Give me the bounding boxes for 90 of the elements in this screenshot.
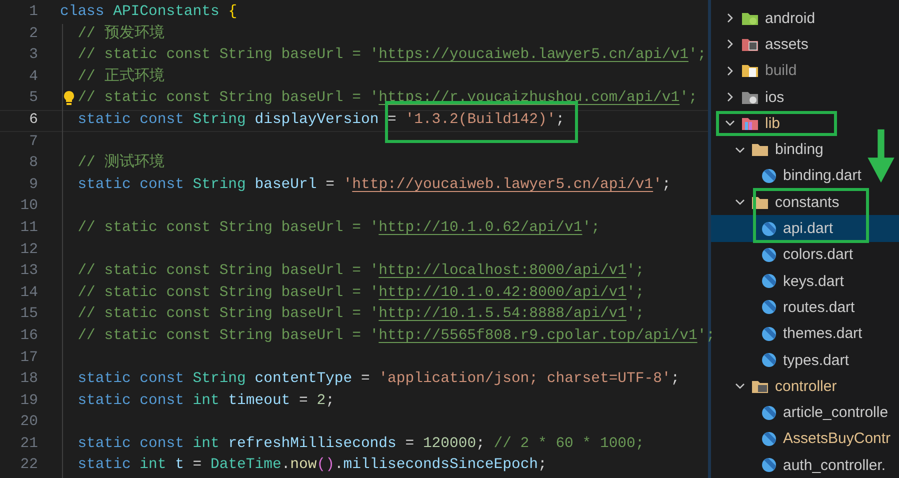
code-line: // 正式环境	[76, 68, 164, 85]
folder-icon	[741, 90, 759, 105]
tree-item[interactable]: keys.dart	[711, 268, 848, 294]
line-number: 13	[19, 262, 38, 282]
file-icon	[761, 273, 777, 290]
line-number: 6	[28, 110, 38, 130]
tree-item[interactable]: android	[711, 5, 820, 32]
code-line: // static const String baseUrl = 'https://youcaiweb.lawyer5.cn/api/v1';	[76, 47, 706, 64]
line-number: 2	[28, 24, 38, 44]
line-number: 16	[19, 326, 38, 346]
item-label: themes.dart	[783, 325, 862, 342]
item-label: controller	[775, 378, 837, 395]
folder-icon	[741, 63, 759, 78]
code-line: // static const String baseUrl = 'http://10.1.5.54:8888/api/v1';	[76, 306, 644, 322]
item-label: api.dart	[783, 220, 834, 238]
folder-icon	[751, 378, 769, 394]
line-number: 17	[19, 348, 38, 368]
file-icon	[761, 220, 777, 237]
code-line: static const int timeout = 2;	[76, 392, 334, 409]
item-label: build	[765, 62, 797, 80]
tree-item[interactable]: article_controlle	[711, 399, 892, 426]
code-line: // 测试环境	[76, 155, 164, 172]
code-line: class APIConstants {	[60, 4, 238, 20]
item-label: auth_controller.	[783, 456, 886, 474]
code-line: static const int refreshMilliseconds = 120000; // 2 * 60 * 1000;	[76, 436, 644, 452]
line-number: 22	[19, 456, 38, 476]
code-line: static const String baseUrl = 'http://youcaiweb.lawyer5.cn/api/v1';	[76, 176, 671, 193]
folder-icon	[741, 10, 759, 26]
item-label: lib	[765, 114, 780, 132]
tree-item[interactable]: api.dart	[711, 215, 899, 242]
line-number: 4	[28, 68, 38, 87]
line-number: 11	[19, 218, 38, 238]
tree-item[interactable]: lib	[711, 110, 784, 136]
tree-item[interactable]: binding.dart	[711, 162, 866, 190]
line-number: 19	[19, 392, 38, 411]
item-label: colors.dart	[783, 246, 854, 264]
line-number: 10	[19, 197, 38, 216]
code-line: // 预发环境	[76, 26, 164, 42]
file-icon	[761, 299, 777, 316]
line-number: 5	[28, 89, 38, 108]
file-icon	[761, 326, 777, 342]
line-number: 20	[19, 413, 38, 432]
line-number: 1	[28, 3, 38, 22]
item-label: routes.dart	[783, 298, 855, 316]
tree-item[interactable]: build	[711, 58, 801, 84]
line-number: 7	[28, 132, 38, 152]
item-label: article_controlle	[783, 404, 888, 422]
tree-item[interactable]: assets	[711, 31, 812, 58]
code-line: static int t = DateTime.now().millisecondsSinceEpoch;	[76, 457, 547, 474]
code-line: static const String contentType = 'application/json; charset=UTF-8';	[76, 371, 680, 388]
line-number: 8	[28, 154, 38, 174]
tree-item[interactable]: AssetsBuyContr	[711, 426, 895, 452]
file-icon	[761, 457, 777, 474]
code-line: // static const String baseUrl = 'http://localhost:8000/api/v1';	[76, 263, 644, 280]
tree-item[interactable]: binding	[711, 136, 828, 163]
tree-item[interactable]: auth_controller.	[711, 452, 890, 478]
tree-item[interactable]: ios	[711, 84, 788, 110]
file-icon	[761, 352, 777, 368]
line-number: 18	[19, 370, 38, 390]
code-line: static const String displayVersion = '1.3.2(Build142)';	[76, 112, 565, 128]
tree-item[interactable]: types.dart	[711, 346, 853, 374]
code-line: // static const String baseUrl = 'http://10.1.0.42:8000/api/v1';	[76, 284, 644, 301]
file-icon	[761, 430, 777, 447]
line-number: 9	[28, 176, 38, 195]
folder-icon	[751, 142, 769, 158]
item-label: AssetsBuyContr	[783, 430, 891, 448]
tree-item[interactable]: routes.dart	[711, 294, 859, 321]
line-number: 3	[28, 46, 38, 66]
item-label: android	[765, 10, 816, 27]
line-number: 15	[19, 305, 38, 324]
file-icon	[761, 246, 777, 263]
item-label: assets	[765, 36, 808, 53]
line-number: 12	[19, 240, 38, 260]
code-line: // static const String baseUrl = 'http://10.1.0.62/api/v1';	[76, 220, 600, 236]
line-number: 21	[19, 434, 38, 454]
item-label: types.dart	[783, 352, 849, 368]
tree-item[interactable]: colors.dart	[711, 242, 858, 268]
line-number: 14	[19, 284, 38, 303]
folder-icon	[741, 36, 759, 52]
item-label: keys.dart	[783, 272, 844, 290]
item-label: binding.dart	[783, 167, 862, 184]
tree-item[interactable]: controller	[711, 373, 841, 400]
folder-icon	[741, 116, 759, 131]
file-icon	[761, 404, 777, 421]
item-label: ios	[765, 88, 784, 106]
tree-item[interactable]: constants	[711, 189, 844, 216]
file-icon	[761, 168, 777, 184]
item-label: binding	[775, 141, 824, 158]
item-label: constants	[775, 194, 840, 211]
lightbulb-icon[interactable]	[63, 90, 75, 106]
